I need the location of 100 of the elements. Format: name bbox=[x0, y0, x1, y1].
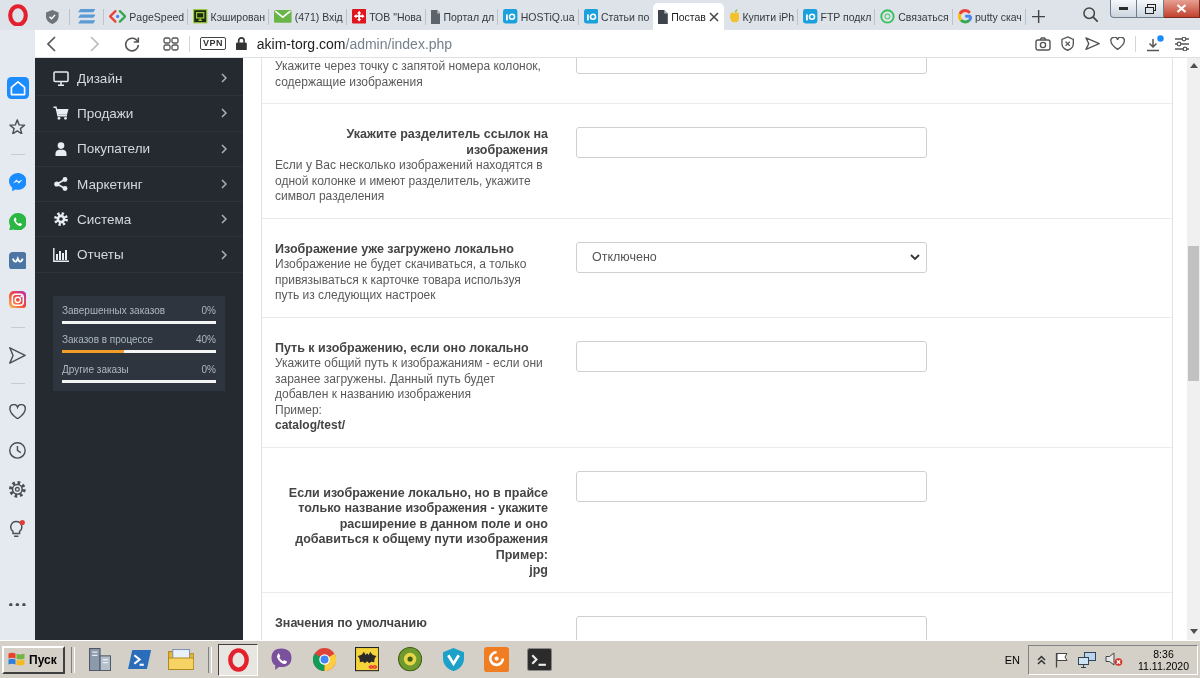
browser-tab[interactable]: ТОВ "Нова bbox=[346, 3, 425, 30]
monitor-icon bbox=[53, 70, 69, 86]
heart-icon[interactable] bbox=[1109, 36, 1125, 51]
send-icon[interactable] bbox=[1084, 36, 1100, 51]
browser-tab[interactable]: (471) Вхід bbox=[269, 3, 346, 30]
flag-icon[interactable] bbox=[1055, 651, 1069, 668]
reload-icon[interactable] bbox=[124, 35, 140, 52]
folder-icon[interactable] bbox=[167, 649, 195, 670]
field-description: Укажите общий путь к изображаниям - если они заранее загружены. Данный путь будет добавлен к названию изображения bbox=[275, 356, 544, 403]
tile-icon[interactable] bbox=[8, 251, 27, 270]
chevrons-icon bbox=[109, 10, 127, 23]
start-button[interactable]: Пуск bbox=[2, 645, 65, 674]
shield-cross-icon[interactable] bbox=[1061, 35, 1075, 52]
browser-tab[interactable]: Связаться bbox=[875, 3, 952, 30]
browser-tab[interactable]: Постав bbox=[653, 3, 724, 30]
chevron-right-icon bbox=[221, 143, 227, 154]
clock-icon[interactable] bbox=[9, 442, 26, 459]
prompt-icon[interactable] bbox=[126, 649, 152, 670]
o-logo-icon[interactable] bbox=[227, 647, 249, 672]
envelope-icon bbox=[274, 10, 292, 23]
cart-icon bbox=[53, 106, 69, 121]
more-icon[interactable] bbox=[9, 602, 26, 606]
close-button[interactable] bbox=[1164, 0, 1200, 18]
send-icon[interactable] bbox=[9, 347, 26, 364]
gear-icon[interactable] bbox=[9, 481, 26, 498]
field-description: Изображение не будет скачиваться, а только привязываться к карточке товара используя путь из следующих настроек bbox=[275, 257, 528, 304]
phone-bubble-icon[interactable] bbox=[8, 212, 27, 231]
ring-icon bbox=[880, 9, 896, 24]
back-icon[interactable] bbox=[47, 35, 56, 52]
phone-bubble-icon[interactable] bbox=[270, 647, 292, 672]
server-icon[interactable] bbox=[88, 647, 111, 672]
browser-tab[interactable]: putty скач bbox=[952, 3, 1025, 30]
camera-icon[interactable] bbox=[1035, 36, 1052, 51]
bat-icon[interactable] bbox=[355, 647, 380, 672]
menu-item[interactable]: Отчеты bbox=[35, 237, 243, 273]
close-icon[interactable] bbox=[708, 11, 719, 22]
heart-icon[interactable] bbox=[8, 403, 27, 420]
sliders-icon[interactable] bbox=[1174, 36, 1190, 51]
browser-tab[interactable]: Портал дл bbox=[425, 3, 498, 30]
field-description: Если у Вас несколько изображений находятся в одной колонке и имеют разделитель, укажите символ разделения bbox=[275, 158, 544, 205]
download-icon[interactable] bbox=[1146, 34, 1164, 53]
search-icon[interactable] bbox=[1082, 6, 1098, 22]
chevron-up-icon[interactable] bbox=[1037, 654, 1046, 665]
browser-tab[interactable]: Кэширован bbox=[188, 3, 269, 30]
browser-tab[interactable]: HOSTiQ.ua bbox=[498, 3, 578, 30]
chat-bubble-icon[interactable] bbox=[8, 173, 27, 192]
flag-icon bbox=[8, 652, 25, 667]
chevron-down-icon bbox=[910, 254, 920, 260]
restore-button[interactable] bbox=[1137, 0, 1164, 18]
text-field[interactable] bbox=[576, 340, 927, 372]
chevron-right-icon bbox=[221, 73, 227, 84]
clock-time: 8:36 bbox=[1153, 647, 1174, 660]
browser-tab[interactable]: Купити iPh bbox=[724, 3, 798, 30]
browser-tab[interactable]: FTP подкл bbox=[798, 3, 875, 30]
text-field[interactable] bbox=[576, 470, 927, 502]
browser-tab[interactable]: PageSpeed bbox=[104, 3, 188, 30]
menu-item[interactable]: Система bbox=[35, 202, 243, 238]
menu-item[interactable]: Продажи bbox=[35, 96, 243, 132]
o-logo-icon[interactable] bbox=[8, 3, 28, 27]
lock-icon bbox=[236, 36, 247, 51]
minimize-button[interactable] bbox=[1110, 0, 1137, 18]
dropdown-select[interactable]: Отключено bbox=[576, 241, 927, 273]
chevron-right-icon bbox=[221, 108, 227, 119]
shield-icon[interactable] bbox=[442, 647, 464, 672]
browser-tab[interactable]: Статьи по bbox=[578, 3, 653, 30]
text-field[interactable] bbox=[576, 127, 927, 158]
muted-speaker-icon[interactable] bbox=[1105, 652, 1123, 667]
camera-tile-icon[interactable] bbox=[8, 290, 27, 309]
round-logo-icon[interactable] bbox=[398, 647, 423, 672]
circle-logo-icon[interactable] bbox=[312, 647, 336, 672]
plus-icon[interactable] bbox=[1031, 9, 1046, 23]
field-label: Значения по умолчанию bbox=[275, 615, 428, 631]
vpn-button[interactable]: VPN bbox=[200, 37, 226, 50]
home-icon[interactable] bbox=[6, 76, 29, 99]
menu-item[interactable]: Дизайн bbox=[35, 61, 243, 97]
stat-label: Заказов в процессе bbox=[62, 333, 154, 347]
network-icon[interactable] bbox=[1078, 651, 1096, 668]
swirl-tile-icon[interactable] bbox=[483, 646, 509, 673]
scrollbar[interactable] bbox=[1187, 58, 1200, 640]
taskbar-button[interactable] bbox=[218, 643, 259, 676]
scroll-up-icon[interactable] bbox=[1189, 63, 1198, 68]
chevron-right-icon bbox=[221, 249, 227, 260]
layers-icon bbox=[77, 9, 96, 24]
scrollbar-thumb[interactable] bbox=[1188, 246, 1199, 381]
menu-item[interactable]: Покупатели bbox=[35, 131, 243, 167]
bar-chart-icon bbox=[53, 247, 69, 262]
address-field[interactable]: akim-torg.com/admin/index.php bbox=[256, 35, 1026, 52]
fruit-icon bbox=[729, 9, 740, 24]
cross-tile-icon bbox=[351, 9, 367, 24]
field-label: Если изображение локально, но в прайсе только название изображения - укажите расширение в данном поле и оно добавиться к общему пути изображения bbox=[287, 485, 548, 548]
bulb-icon[interactable] bbox=[10, 519, 25, 538]
text-field[interactable] bbox=[576, 615, 927, 640]
document-icon bbox=[658, 9, 669, 24]
scroll-down-icon[interactable] bbox=[1189, 629, 1198, 634]
star-icon[interactable] bbox=[9, 118, 26, 135]
tabs-grid-icon[interactable] bbox=[163, 36, 179, 51]
clock-date: 11.11.2020 bbox=[1138, 659, 1189, 672]
terminal-icon[interactable] bbox=[526, 647, 552, 672]
field-label: Путь к изображению, если оно локально bbox=[275, 340, 530, 356]
language-indicator[interactable]: EN bbox=[1004, 653, 1020, 666]
